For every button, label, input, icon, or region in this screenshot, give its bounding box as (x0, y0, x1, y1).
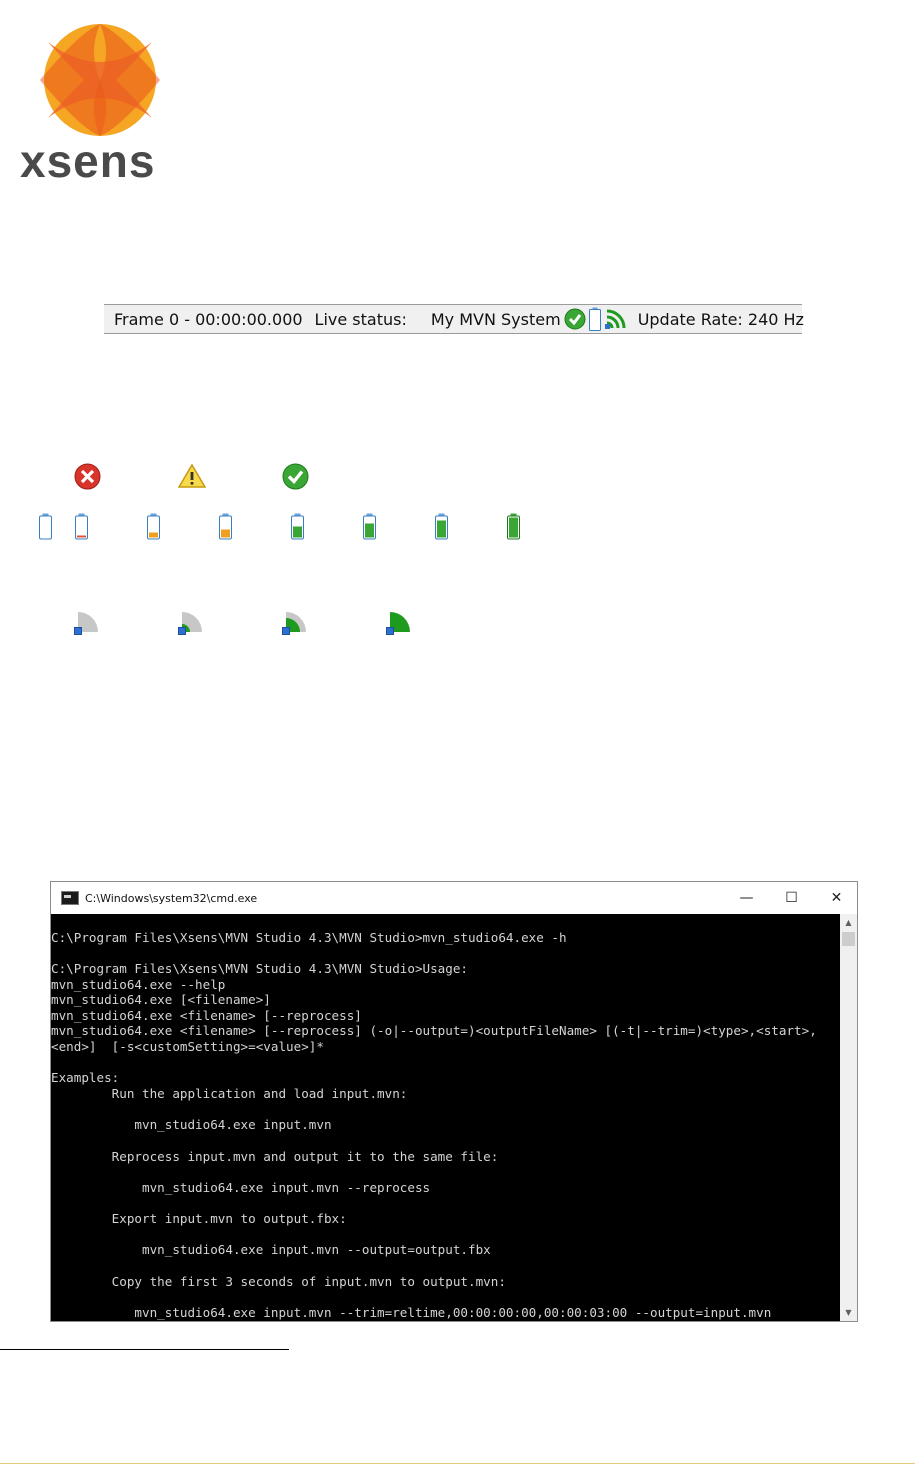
scroll-down-icon[interactable]: ▼ (840, 1304, 857, 1321)
error-icon (74, 463, 101, 490)
battery-icon (75, 513, 88, 540)
update-rate: Update Rate: 240 Hz (637, 309, 804, 329)
battery-icon (507, 513, 520, 540)
scroll-up-icon[interactable]: ▲ (840, 914, 857, 931)
console-line: mvn_studio64.exe [<filename>] (51, 992, 271, 1008)
system-name: My MVN System (430, 309, 561, 329)
battery-icon (219, 513, 232, 540)
signal-icon (386, 612, 410, 635)
console-line: C:\Program Files\Xsens\MVN Studio 4.3\MV… (51, 929, 567, 945)
console-line: mvn_studio64.exe input.mvn (51, 1117, 332, 1133)
console-line: C:\Program Files\Xsens\MVN Studio 4.3\MV… (51, 960, 469, 976)
status-bar: Frame 0 - 00:00:00.000 Live status: My M… (104, 304, 804, 334)
check-icon (564, 308, 586, 330)
console-line: Run the application and load input.mvn: (51, 1086, 408, 1102)
console-line: mvn_studio64.exe input.mvn --output=outp… (51, 1242, 491, 1258)
console-line: mvn_studio64.exe --help (51, 976, 226, 992)
close-button[interactable]: ✕ (814, 882, 859, 914)
console-line: mvn_studio64.exe input.mvn --trim=reltim… (51, 1305, 772, 1321)
console-line: Reprocess input.mvn and output it to the… (51, 1148, 499, 1164)
footnote-divider (0, 1349, 289, 1350)
brand-wordmark: xsens (20, 135, 156, 187)
console-line: Copy the first 3 seconds of input.mvn to… (51, 1273, 506, 1289)
scroll-thumb[interactable] (842, 932, 855, 946)
terminal-icon (61, 891, 79, 905)
console-output[interactable]: C:\Program Files\Xsens\MVN Studio 4.3\MV… (51, 914, 840, 1321)
warning-icon (177, 463, 207, 488)
console-line: mvn_studio64.exe <filename> [--reprocess… (51, 1007, 362, 1023)
battery-icon (291, 513, 304, 540)
ok-icon (282, 463, 309, 490)
page-bottom-rule (0, 1463, 915, 1464)
signal-icon (178, 612, 202, 635)
minimize-button[interactable]: — (724, 882, 769, 914)
signal-icon (282, 612, 306, 635)
console-line: Export input.mvn to output.fbx: (51, 1211, 347, 1227)
cmd-window: C:\Windows\system32\cmd.exe — ☐ ✕ C:\Pro… (50, 881, 858, 1322)
battery-icon (435, 513, 448, 540)
vertical-scrollbar[interactable]: ▲ ▼ (840, 914, 857, 1321)
window-title: C:\Windows\system32\cmd.exe (85, 891, 258, 905)
frame-indicator: Frame 0 - 00:00:00.000 (114, 309, 303, 329)
maximize-button[interactable]: ☐ (769, 882, 814, 914)
title-bar[interactable]: C:\Windows\system32\cmd.exe — ☐ ✕ (51, 882, 857, 914)
live-status-label: Live status: (314, 309, 407, 329)
battery-icon (363, 513, 376, 540)
console-line: <end>] [-s<customSetting>=<value>]* (51, 1039, 324, 1055)
console-line: mvn_studio64.exe input.mvn --reprocess (51, 1179, 431, 1195)
battery-icon (147, 513, 160, 540)
console-line: mvn_studio64.exe <filename> [--reprocess… (51, 1023, 817, 1039)
console-line: Examples: (51, 1070, 120, 1086)
signal-icon (74, 612, 98, 635)
battery-icon (588, 307, 601, 331)
battery-icon (39, 513, 52, 540)
signal-icon (604, 308, 628, 330)
